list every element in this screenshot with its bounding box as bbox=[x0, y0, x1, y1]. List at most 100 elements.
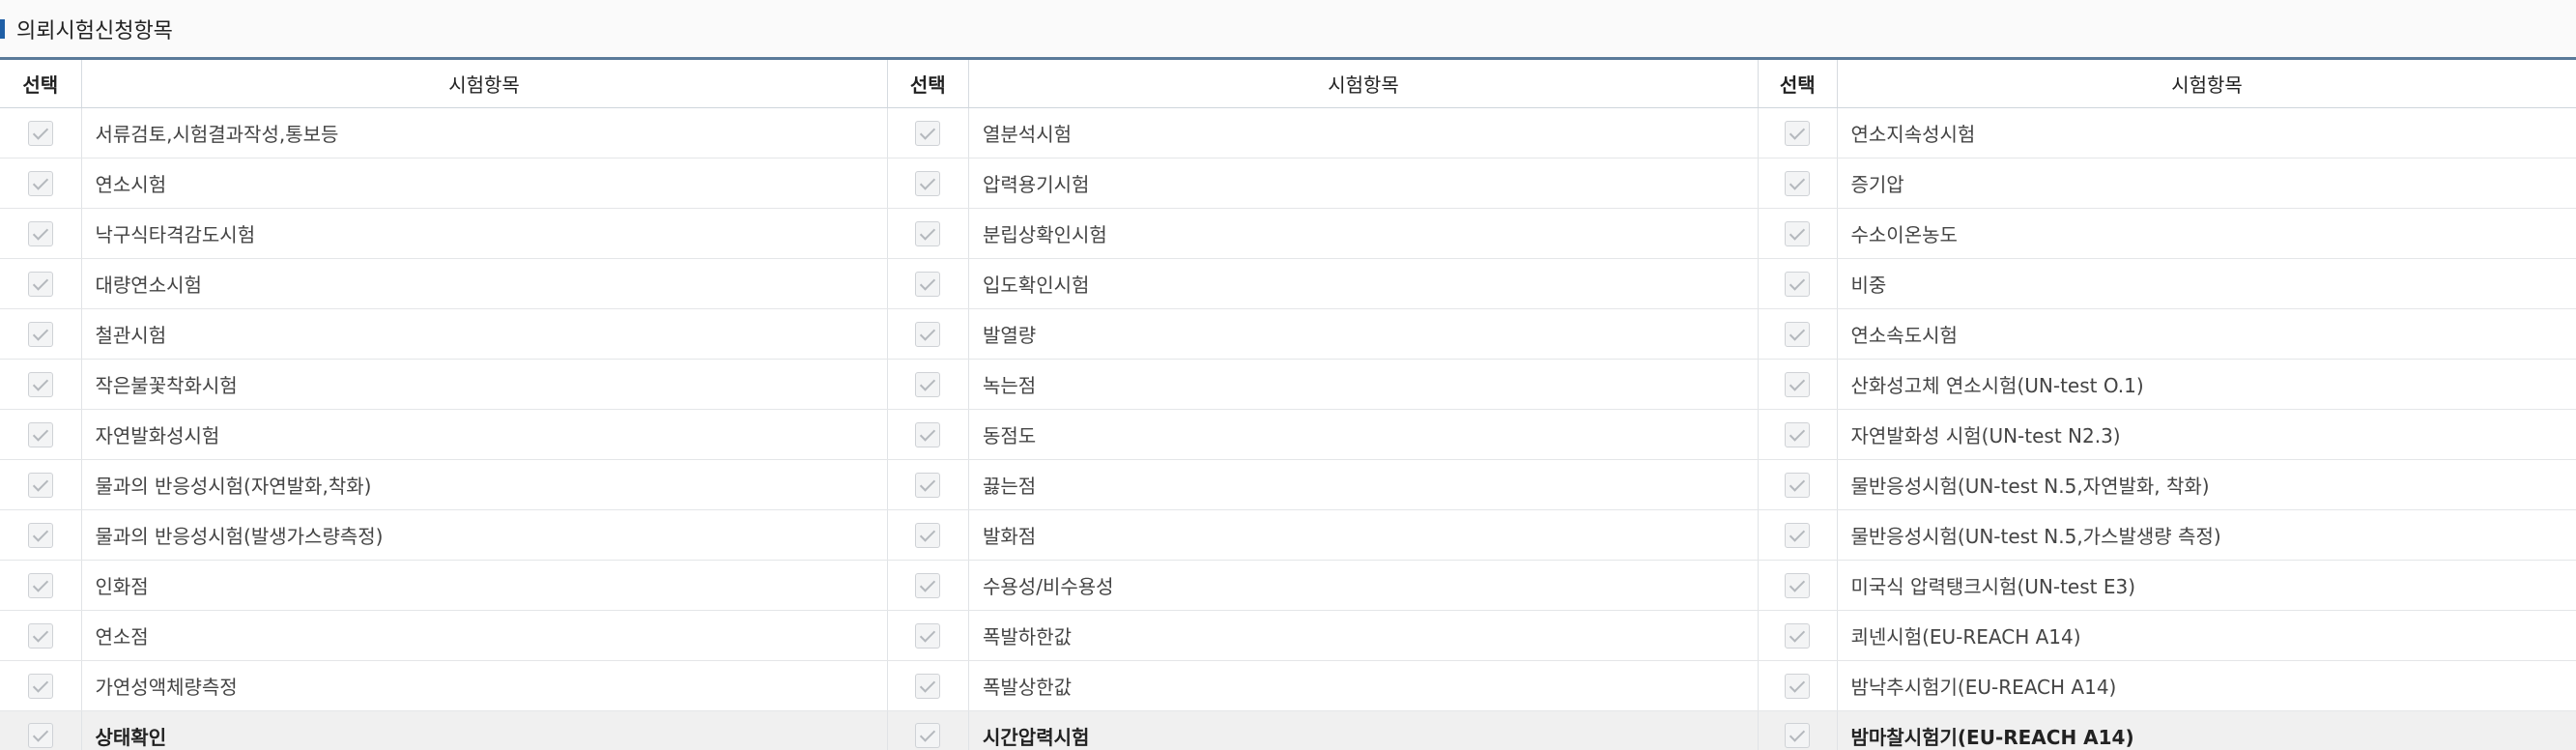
test-item-label: 비중 bbox=[1837, 258, 2576, 309]
table-row: 대량연소시험 bbox=[0, 258, 888, 309]
test-request-section: 의뢰시험신청항목 선택 시험항목 서류검토,시험결과작성,통보등 연소시험 낙구식타격감… bbox=[0, 0, 2576, 750]
item-checkbox[interactable] bbox=[27, 723, 53, 749]
select-cell bbox=[1759, 459, 1838, 510]
test-item-label: 물반응성시험(UN-test N.5,가스발생량 측정) bbox=[1837, 509, 2576, 561]
table-row: 산화성고체 연소시험(UN-test O.1) bbox=[1759, 359, 2576, 410]
select-cell bbox=[1759, 107, 1838, 159]
select-cell bbox=[1759, 158, 1838, 209]
test-item-label: 물과의 반응성시험(발생가스량측정) bbox=[81, 509, 888, 561]
table-row: 물반응성시험(UN-test N.5,가스발생량 측정) bbox=[1759, 509, 2576, 561]
table-row: 분립상확인시험 bbox=[887, 208, 1759, 259]
test-item-label: 압력용기시험 bbox=[968, 158, 1759, 209]
item-checkbox[interactable] bbox=[27, 572, 53, 598]
test-item-label: 자연발화성시험 bbox=[81, 409, 888, 460]
item-checkbox[interactable] bbox=[1785, 120, 1811, 146]
test-item-label: 연소시험 bbox=[81, 158, 888, 209]
item-checkbox[interactable] bbox=[1785, 220, 1811, 246]
item-checkbox[interactable] bbox=[915, 371, 941, 397]
table-row: 발화점 bbox=[887, 509, 1759, 561]
table-row: 쾨넨시험(EU-REACH A14) bbox=[1759, 610, 2576, 661]
item-checkbox[interactable] bbox=[915, 673, 941, 699]
item-checkbox[interactable] bbox=[1785, 673, 1811, 699]
select-cell bbox=[0, 560, 82, 611]
table-row: 폭발하한값 bbox=[887, 610, 1759, 661]
select-cell bbox=[887, 660, 969, 711]
select-column-header: 선택 bbox=[1759, 57, 1838, 108]
item-checkbox[interactable] bbox=[915, 472, 941, 498]
item-checkbox[interactable] bbox=[915, 120, 941, 146]
test-item-label: 미국식 압력탱크시험(UN-test E3) bbox=[1837, 560, 2576, 611]
item-checkbox[interactable] bbox=[1785, 321, 1811, 347]
item-checkbox[interactable] bbox=[1785, 472, 1811, 498]
table-row: 인화점 bbox=[0, 560, 888, 611]
test-item-label: 인화점 bbox=[81, 560, 888, 611]
table-row: 물반응성시험(UN-test N.5,자연발화, 착화) bbox=[1759, 459, 2576, 510]
table-row: 입도확인시험 bbox=[887, 258, 1759, 309]
item-checkbox[interactable] bbox=[915, 723, 941, 749]
item-checkbox[interactable] bbox=[1785, 421, 1811, 447]
table-row: 증기압 bbox=[1759, 158, 2576, 209]
item-checkbox[interactable] bbox=[915, 220, 941, 246]
table-row: 녹는점 bbox=[887, 359, 1759, 410]
item-checkbox[interactable] bbox=[27, 120, 53, 146]
table-row: 연소지속성시험 bbox=[1759, 107, 2576, 159]
item-checkbox[interactable] bbox=[915, 572, 941, 598]
item-checkbox[interactable] bbox=[1785, 522, 1811, 548]
item-checkbox[interactable] bbox=[1785, 622, 1811, 649]
select-cell bbox=[1759, 208, 1838, 259]
item-checkbox[interactable] bbox=[27, 220, 53, 246]
table-row: 자연발화성 시험(UN-test N2.3) bbox=[1759, 409, 2576, 460]
test-item-label: 연소속도시험 bbox=[1837, 308, 2576, 360]
table-row: 가연성액체량측정 bbox=[0, 660, 888, 711]
table-row: 작은불꽃착화시험 bbox=[0, 359, 888, 410]
table-row: 물과의 반응성시험(발생가스량측정) bbox=[0, 509, 888, 561]
test-item-label: 철관시험 bbox=[81, 308, 888, 360]
item-checkbox[interactable] bbox=[915, 622, 941, 649]
select-cell bbox=[887, 258, 969, 309]
table-row: 비중 bbox=[1759, 258, 2576, 309]
item-checkbox[interactable] bbox=[1785, 271, 1811, 297]
test-item-label: 가연성액체량측정 bbox=[81, 660, 888, 711]
item-checkbox[interactable] bbox=[915, 522, 941, 548]
test-item-column-header: 시험항목 bbox=[81, 57, 888, 108]
select-cell bbox=[1759, 610, 1838, 661]
item-checkbox[interactable] bbox=[27, 271, 53, 297]
select-cell bbox=[0, 158, 82, 209]
test-items-table-3: 선택 시험항목 연소지속성시험 증기압 수소이온농도 비중 연소속도시험 산화성고체 연소시험… bbox=[1759, 57, 2576, 750]
select-cell bbox=[0, 107, 82, 159]
select-cell bbox=[887, 107, 969, 159]
item-checkbox[interactable] bbox=[915, 321, 941, 347]
item-checkbox[interactable] bbox=[27, 170, 53, 196]
item-checkbox[interactable] bbox=[27, 321, 53, 347]
item-checkbox[interactable] bbox=[27, 622, 53, 649]
test-item-label: 산화성고체 연소시험(UN-test O.1) bbox=[1837, 359, 2576, 410]
item-checkbox[interactable] bbox=[915, 421, 941, 447]
item-checkbox[interactable] bbox=[27, 421, 53, 447]
item-checkbox[interactable] bbox=[915, 170, 941, 196]
select-cell bbox=[1759, 710, 1838, 750]
item-checkbox[interactable] bbox=[27, 522, 53, 548]
item-checkbox[interactable] bbox=[1785, 170, 1811, 196]
test-item-label: 발열량 bbox=[968, 308, 1759, 360]
test-item-label: 폭발상한값 bbox=[968, 660, 1759, 711]
select-cell bbox=[887, 560, 969, 611]
item-checkbox[interactable] bbox=[27, 472, 53, 498]
select-cell bbox=[0, 660, 82, 711]
item-checkbox[interactable] bbox=[1785, 371, 1811, 397]
test-item-label: 상태확인 bbox=[81, 710, 888, 750]
select-cell bbox=[1759, 308, 1838, 360]
select-cell bbox=[1759, 560, 1838, 611]
item-checkbox[interactable] bbox=[915, 271, 941, 297]
item-checkbox[interactable] bbox=[1785, 723, 1811, 749]
table-row: 수용성/비수용성 bbox=[887, 560, 1759, 611]
item-checkbox[interactable] bbox=[1785, 572, 1811, 598]
table-row: 밤마찰시험기(EU-REACH A14) bbox=[1759, 710, 2576, 750]
item-checkbox[interactable] bbox=[27, 371, 53, 397]
test-item-label: 끓는점 bbox=[968, 459, 1759, 510]
table-row: 열분석시험 bbox=[887, 107, 1759, 159]
test-item-column-header: 시험항목 bbox=[1837, 57, 2576, 108]
select-cell bbox=[887, 359, 969, 410]
select-cell bbox=[0, 258, 82, 309]
select-cell bbox=[0, 409, 82, 460]
item-checkbox[interactable] bbox=[27, 673, 53, 699]
